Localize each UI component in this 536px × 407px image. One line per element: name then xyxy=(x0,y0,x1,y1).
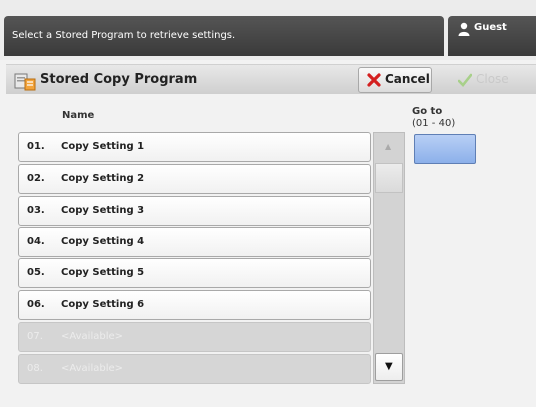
list-scrollbar[interactable]: ▲ ▼ xyxy=(373,132,405,384)
message-bar: Select a Stored Program to retrieve sett… xyxy=(0,0,536,60)
program-row-05[interactable]: 05. Copy Setting 5 xyxy=(18,258,371,288)
program-name: Copy Setting 1 xyxy=(61,141,145,152)
program-name: <Available> xyxy=(61,363,124,374)
program-name: Copy Setting 2 xyxy=(61,173,145,184)
scroll-thumb[interactable] xyxy=(375,163,403,193)
program-row-06[interactable]: 06. Copy Setting 6 xyxy=(18,290,371,320)
program-name: Copy Setting 4 xyxy=(61,236,145,247)
program-number: 06. xyxy=(27,299,45,310)
column-header-name: Name xyxy=(62,110,95,121)
scroll-down-button[interactable]: ▼ xyxy=(375,353,403,381)
program-row-02[interactable]: 02. Copy Setting 2 xyxy=(18,164,371,194)
arrow-up-icon: ▲ xyxy=(385,142,392,151)
cancel-icon xyxy=(367,73,381,87)
goto-label: Go to xyxy=(412,106,443,117)
program-row-03[interactable]: 03. Copy Setting 3 xyxy=(18,196,371,226)
stored-program-list: 01. Copy Setting 1 02. Copy Setting 2 03… xyxy=(18,128,373,388)
close-button[interactable]: Close xyxy=(444,67,524,93)
page-title: Stored Copy Program xyxy=(40,72,198,87)
program-row-07[interactable]: 07. <Available> xyxy=(18,322,371,352)
program-number: 08. xyxy=(27,363,43,374)
program-number: 01. xyxy=(27,141,45,152)
program-number: 03. xyxy=(27,205,45,216)
program-number: 04. xyxy=(27,236,45,247)
program-name: Copy Setting 6 xyxy=(61,299,145,310)
cancel-label: Cancel xyxy=(385,72,430,86)
program-row-04[interactable]: 04. Copy Setting 4 xyxy=(18,227,371,257)
title-bar: Stored Copy Program Cancel Close xyxy=(6,64,536,94)
program-number: 02. xyxy=(27,173,45,184)
goto-number-button[interactable] xyxy=(414,134,476,164)
user-name: Guest xyxy=(474,22,507,33)
message-box: Select a Stored Program to retrieve sett… xyxy=(4,16,444,56)
program-name: Copy Setting 5 xyxy=(61,267,145,278)
program-number: 07. xyxy=(27,331,43,342)
message-text: Select a Stored Program to retrieve sett… xyxy=(12,30,236,41)
program-name: Copy Setting 3 xyxy=(61,205,145,216)
checkmark-icon xyxy=(458,73,472,87)
stored-program-icon xyxy=(14,73,36,91)
close-label: Close xyxy=(476,72,509,86)
scroll-up-button[interactable]: ▲ xyxy=(374,133,404,161)
user-icon xyxy=(458,22,470,36)
cancel-button[interactable]: Cancel xyxy=(358,67,432,93)
program-number: 05. xyxy=(27,267,45,278)
program-row-08[interactable]: 08. <Available> xyxy=(18,354,371,384)
goto-range: (01 - 40) xyxy=(412,118,456,129)
arrow-down-icon: ▼ xyxy=(385,361,393,372)
user-button[interactable]: Guest xyxy=(448,16,536,56)
program-row-01[interactable]: 01. Copy Setting 1 xyxy=(18,132,371,162)
program-name: <Available> xyxy=(61,331,124,342)
